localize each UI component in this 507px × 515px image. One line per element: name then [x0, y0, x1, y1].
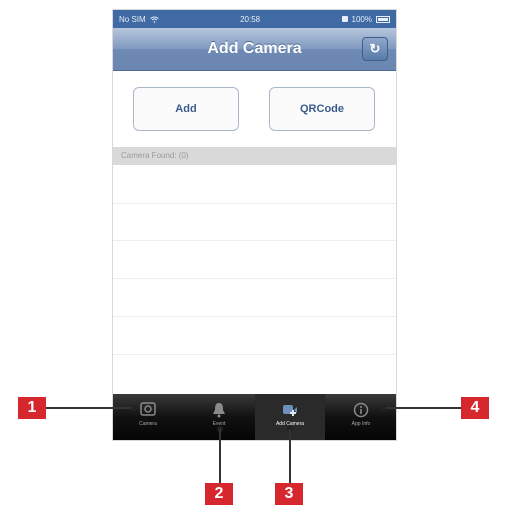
wifi-icon [149, 16, 159, 23]
callout-dot [131, 405, 137, 411]
qrcode-button[interactable]: QRCode [269, 87, 375, 131]
callout-3: 3 [275, 483, 303, 505]
list-row-divider [113, 203, 396, 204]
status-time: 20:58 [240, 14, 261, 24]
battery-icon [375, 15, 390, 23]
add-camera-icon [281, 402, 299, 418]
callout-leader-line [383, 407, 461, 409]
tab-app-info[interactable]: App Info [326, 394, 396, 440]
callout-1: 1 [18, 397, 46, 419]
info-icon [352, 402, 370, 418]
callout-4: 4 [461, 397, 489, 419]
phone-screen: No SIM 20:58 100% Add Camera ↻ Add QRCod… [113, 10, 396, 440]
refresh-button[interactable]: ↻ [362, 37, 388, 61]
camera-icon [139, 402, 157, 418]
add-button[interactable]: Add [133, 87, 239, 131]
tab-label: Camera [139, 421, 157, 427]
bell-icon [210, 402, 228, 418]
list-row-divider [113, 354, 396, 355]
lock-icon [341, 16, 348, 22]
status-bar: No SIM 20:58 100% [113, 10, 396, 28]
battery-text: 100% [351, 14, 372, 24]
tab-label: App Info [351, 421, 371, 427]
callout-leader-line [46, 407, 133, 409]
list-row-divider [113, 316, 396, 317]
carrier-text: No SIM [119, 14, 146, 24]
callout-dot [380, 405, 386, 411]
page-title: Add Camera [207, 40, 302, 57]
refresh-icon: ↻ [369, 41, 381, 56]
tab-camera[interactable]: Camera [113, 394, 183, 440]
tab-bar: Camera Event Add Camera App Info [113, 394, 396, 440]
callout-leader-line [219, 429, 221, 483]
navigation-bar: Add Camera ↻ [113, 28, 396, 71]
camera-found-header: Camera Found: (0) [113, 147, 396, 165]
list-row-divider [113, 278, 396, 279]
callout-2: 2 [205, 483, 233, 505]
callout-leader-line [289, 429, 291, 483]
list-row-divider [113, 240, 396, 241]
